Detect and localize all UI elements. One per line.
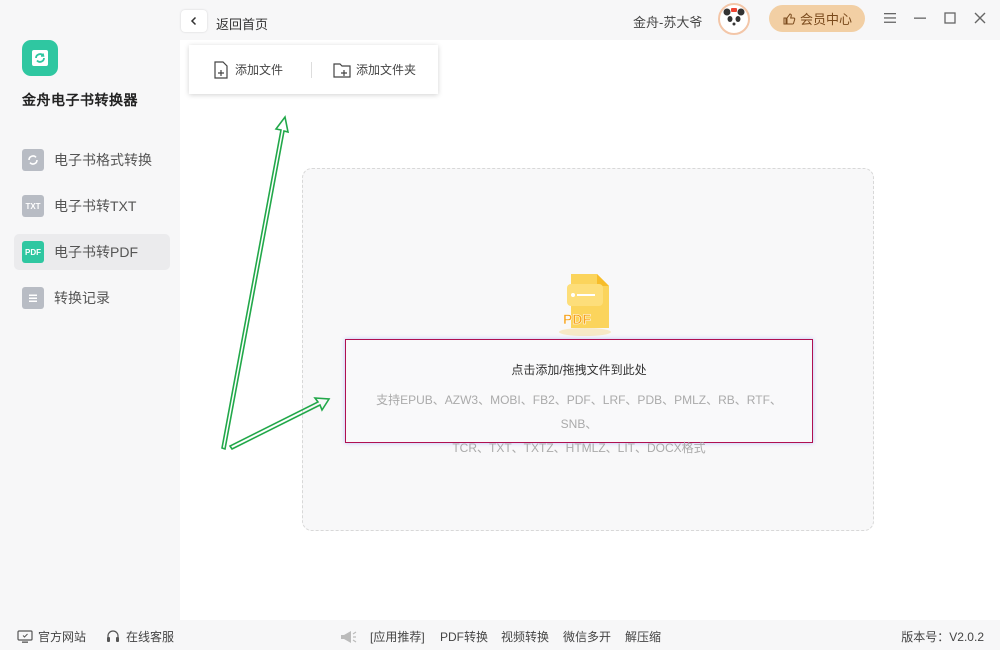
add-file-label: 添加文件 (235, 63, 284, 77)
sidebar-item-label: 电子书转TXT (54, 198, 137, 214)
official-website-link[interactable]: 官方网站 (17, 628, 86, 645)
drop-target-box[interactable]: 点击添加/拖拽文件到此处 支持EPUB、AZW3、MOBI、FB2、PDF、LR… (345, 339, 813, 455)
thumb-up-icon (783, 12, 796, 24)
megaphone-icon (341, 630, 357, 643)
close-icon[interactable] (972, 10, 988, 26)
vip-center-label: 会员中心 (799, 12, 852, 27)
sidebar-item-to-txt[interactable]: TXT 电子书转TXT (14, 188, 170, 224)
pdf-graphic-text: PDF (563, 311, 591, 327)
sidebar: 金舟电子书转换器 电子书格式转换 TXT 电子书转TXT PDF 电子书转PDF… (0, 0, 180, 620)
sidebar-nav: 电子书格式转换 TXT 电子书转TXT PDF 电子书转PDF 转换记录 (14, 142, 170, 326)
convert-icon (22, 149, 44, 171)
back-button[interactable] (181, 10, 207, 32)
txt-icon: TXT (22, 195, 44, 217)
back-label[interactable]: 返回首页 (216, 14, 268, 33)
official-website-label: 官方网站 (38, 630, 87, 644)
footer-link-wechat-multi[interactable]: 微信多开 (563, 628, 611, 645)
sidebar-item-label: 电子书转PDF (54, 244, 138, 260)
add-folder-label: 添加文件夹 (356, 63, 417, 77)
panda-avatar-icon (723, 8, 745, 30)
version-label: 版本号：V2.0.2 (901, 630, 984, 644)
formats-line-2: TCR、TXT、TXTZ、HTMLZ、LIT、DOCX格式 (452, 441, 706, 455)
app-recommend-label: [应用推荐] (370, 630, 425, 644)
app-logo-icon (22, 40, 58, 76)
footer-link-pdf-convert[interactable]: PDF转换 (440, 628, 488, 645)
maximize-icon[interactable] (942, 10, 958, 26)
add-menu-popup: 添加文件 添加文件夹 (189, 45, 438, 94)
pdf-icon: PDF (22, 241, 44, 263)
sidebar-item-to-pdf[interactable]: PDF 电子书转PDF (14, 234, 170, 270)
formats-line-1: 支持EPUB、AZW3、MOBI、FB2、PDF、LRF、PDB、PMLZ、RB… (376, 393, 782, 431)
headset-icon (107, 629, 119, 642)
add-file-icon (214, 60, 228, 79)
online-support-label: 在线客服 (126, 630, 175, 644)
sidebar-item-label: 转换记录 (54, 290, 110, 306)
add-folder-icon (333, 62, 351, 78)
menu-icon[interactable] (882, 10, 898, 26)
monitor-icon (17, 629, 33, 643)
footer: 官方网站 在线客服 [应用推荐] PDF转换 视频转换 微信多开 解压缩 版本号… (0, 620, 1000, 650)
pdf-file-icon: PDF (551, 268, 619, 338)
footer-link-unzip[interactable]: 解压缩 (625, 628, 661, 645)
app-name: 金舟电子书转换器 (22, 92, 138, 108)
footer-link-video-convert[interactable]: 视频转换 (501, 628, 549, 645)
sidebar-item-format-convert[interactable]: 电子书格式转换 (14, 142, 170, 178)
vip-center-button[interactable]: 会员中心 (769, 5, 865, 32)
history-icon (22, 287, 44, 309)
sidebar-item-history[interactable]: 转换记录 (14, 280, 170, 316)
online-support-link[interactable]: 在线客服 (105, 628, 174, 645)
supported-formats: 支持EPUB、AZW3、MOBI、FB2、PDF、LRF、PDB、PMLZ、RB… (364, 388, 794, 460)
sidebar-item-label: 电子书格式转换 (54, 152, 152, 168)
username[interactable]: 金舟-苏大爷 (633, 12, 702, 31)
drop-title: 点击添加/拖拽文件到此处 (511, 363, 647, 377)
avatar[interactable] (718, 3, 750, 35)
divider (311, 61, 313, 78)
add-folder-button[interactable]: 添加文件夹 (332, 61, 416, 79)
chevron-left-icon (190, 16, 197, 26)
app-recommend[interactable]: [应用推荐] (338, 628, 425, 645)
add-file-button[interactable]: 添加文件 (212, 60, 283, 80)
minimize-icon[interactable] (912, 10, 928, 26)
